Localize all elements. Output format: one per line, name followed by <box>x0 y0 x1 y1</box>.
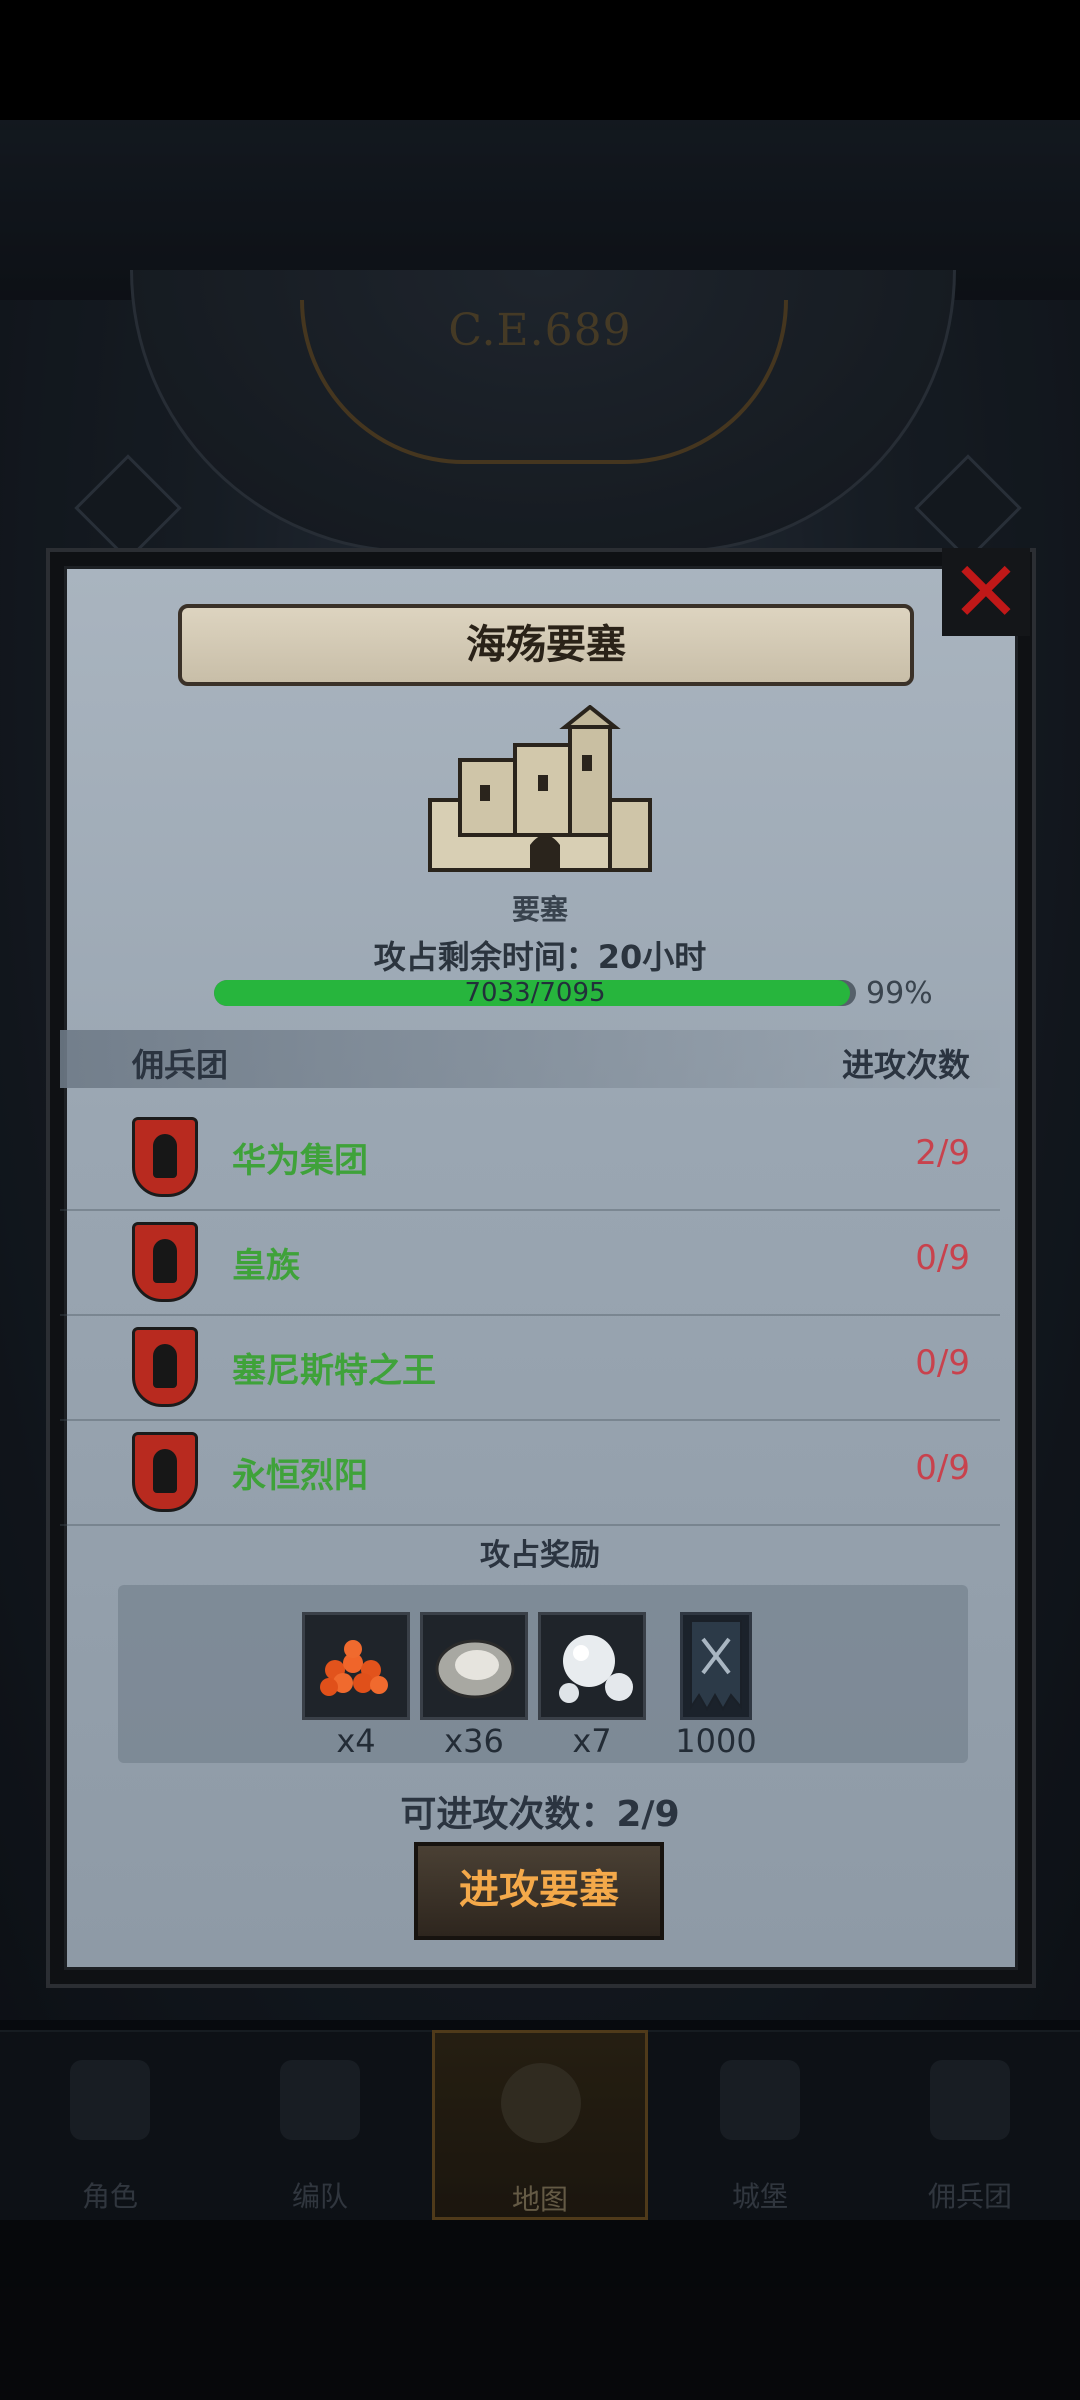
header-attack-count: 进攻次数 <box>841 1046 970 1084</box>
guild-emblem-icon <box>132 1222 198 1302</box>
attack-count: 0/9 <box>915 1238 970 1278</box>
reward-roe[interactable] <box>302 1612 410 1720</box>
mercenary-row[interactable]: 华为集团 2/9 <box>60 1105 1000 1211</box>
attack-count: 0/9 <box>915 1448 970 1488</box>
durability-text: 7033/7095 <box>464 980 606 1006</box>
attack-count: 2/9 <box>915 1133 970 1173</box>
fortress-icon <box>428 705 652 872</box>
roe-icon <box>320 1640 388 1696</box>
remaining-time: 攻占剩余时间：20小时 <box>373 938 707 976</box>
close-icon: ✕ <box>950 543 1022 641</box>
pearl-icon <box>559 1635 633 1703</box>
mercenary-name: 皇族 <box>232 1246 300 1286</box>
mercenary-row[interactable]: 塞尼斯特之王 0/9 <box>60 1315 1000 1421</box>
attack-fortress-button[interactable]: 进攻要塞 <box>414 1842 664 1940</box>
attack-count: 0/9 <box>915 1343 970 1383</box>
guild-emblem-icon <box>132 1327 198 1407</box>
mercenary-name: 永恒烈阳 <box>232 1456 368 1496</box>
reward-qty: 1000 <box>675 1722 757 1760</box>
guild-emblem-icon <box>132 1432 198 1512</box>
close-button[interactable]: ✕ <box>942 548 1030 636</box>
dialog-title: 海殇要塞 <box>178 604 914 686</box>
fortress-label: 要塞 <box>511 893 568 926</box>
mercenary-row[interactable]: 永恒烈阳 0/9 <box>60 1420 1000 1526</box>
reward-banner[interactable] <box>680 1612 752 1720</box>
header-mercenary: 佣兵团 <box>132 1046 229 1084</box>
guild-emblem-icon <box>132 1117 198 1197</box>
mercenary-name: 华为集团 <box>232 1141 368 1181</box>
reward-pearl[interactable] <box>538 1612 646 1720</box>
banner-icon <box>690 1620 742 1712</box>
mercenary-row[interactable]: 皇族 0/9 <box>60 1210 1000 1316</box>
available-attacks: 可进攻次数：2/9 <box>400 1794 680 1835</box>
rewards-title: 攻占奖励 <box>480 1538 600 1573</box>
reward-qty: x7 <box>572 1722 612 1760</box>
reward-oyster[interactable] <box>420 1612 528 1720</box>
durability-percent: 99% <box>866 976 933 1011</box>
mercenary-name: 塞尼斯特之王 <box>232 1351 436 1391</box>
durability-bar: 7033/7095 <box>214 980 856 1006</box>
oyster-icon <box>435 1639 515 1699</box>
